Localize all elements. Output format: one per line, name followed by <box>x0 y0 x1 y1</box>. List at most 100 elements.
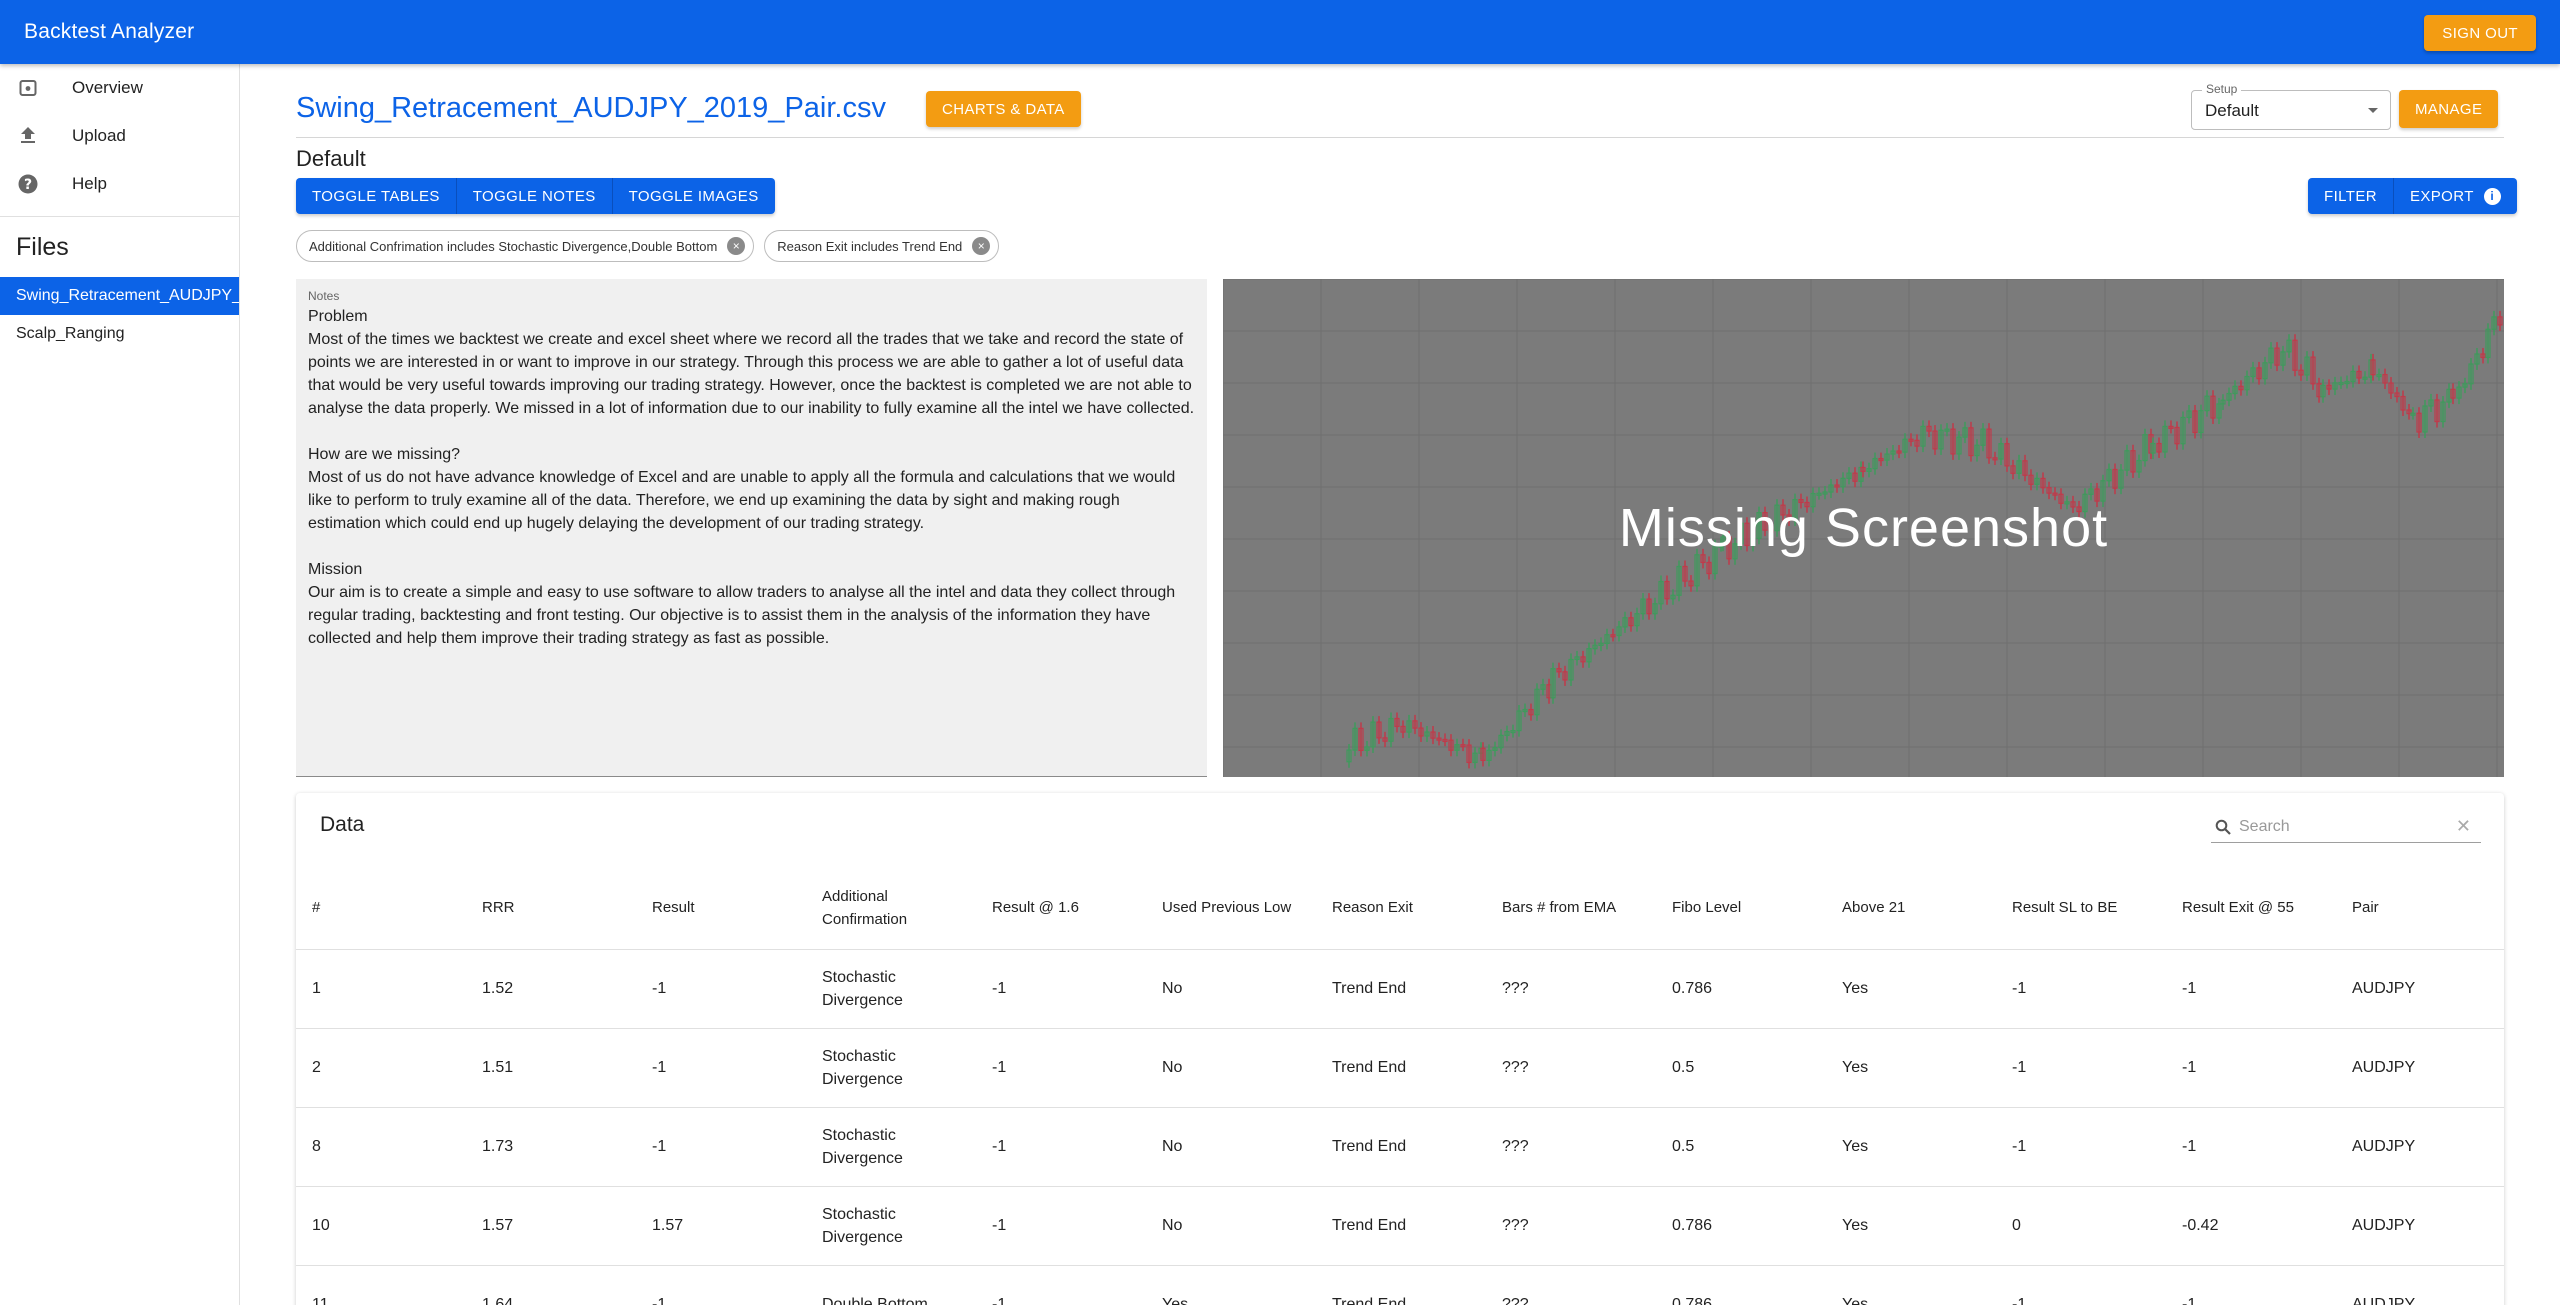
table-cell: ??? <box>1486 1186 1656 1266</box>
column-header[interactable]: Fibo Level <box>1656 867 1826 950</box>
table-cell: 1.73 <box>466 1107 636 1187</box>
screenshot-panel[interactable]: Missing Screenshot <box>1223 279 2504 777</box>
table-cell: -1 <box>1996 1265 2166 1305</box>
page-title: Swing_Retracement_AUDJPY_2019_Pair.csv <box>296 92 886 124</box>
toggle-button-group: TOGGLE TABLES TOGGLE NOTES TOGGLE IMAGES <box>296 178 775 214</box>
table-cell: AUDJPY <box>2336 1028 2504 1108</box>
setup-select-label: Setup <box>2202 82 2242 96</box>
remove-chip-icon[interactable]: × <box>972 237 991 255</box>
table-cell: Trend End <box>1316 1107 1486 1187</box>
table-row[interactable]: 2 1.51 -1 Stochastic Divergence -1 No Trend En… <box>296 1028 2504 1108</box>
column-header[interactable]: Bars # from EMA <box>1486 867 1656 950</box>
table-cell: 1.57 <box>466 1186 636 1266</box>
toggle-tables-button[interactable]: TOGGLE TABLES <box>296 178 457 214</box>
sidebar-item-label: Help <box>72 174 107 193</box>
table-cell: AUDJPY <box>2336 1107 2504 1187</box>
sidebar-nav: Overview Upload ? Help <box>0 64 239 208</box>
table-row[interactable]: 10 1.57 1.57 Stochastic Divergence -1 No Trend… <box>296 1186 2504 1266</box>
column-header[interactable]: Used Previous Low <box>1146 867 1316 950</box>
export-button-label: EXPORT <box>2409 187 2474 205</box>
column-header[interactable]: Result SL to BE <box>1996 867 2166 950</box>
column-header[interactable]: RRR <box>466 867 636 950</box>
table-cell: 8 <box>296 1107 466 1187</box>
column-header[interactable]: Result @ 1.6 <box>976 867 1146 950</box>
caret-down-icon <box>2368 108 2378 113</box>
table-cell: 0.786 <box>1656 1186 1826 1266</box>
table-cell: Stochastic Divergence <box>806 1028 976 1108</box>
filter-chip[interactable]: Additional Confrimation includes Stochas… <box>296 230 755 262</box>
table-cell: Trend End <box>1316 1028 1486 1108</box>
app-bar: Backtest Analyzer SIGN OUT <box>0 0 2560 64</box>
column-header[interactable]: Above 21 <box>1826 867 1996 950</box>
table-cell: -1 <box>636 1265 806 1305</box>
files-heading: Files <box>16 233 69 261</box>
table-cell: 11 <box>296 1265 466 1305</box>
table-row[interactable]: 1 1.52 -1 Stochastic Divergence -1 No Trend En… <box>296 949 2504 1029</box>
table-cell: 1 <box>296 949 466 1029</box>
table-cell: 0.786 <box>1656 1265 1826 1305</box>
column-header[interactable]: Result <box>636 867 806 950</box>
manage-button[interactable]: MANAGE <box>2399 90 2499 128</box>
notes-panel[interactable]: Notes Problem Most of the times we backt… <box>296 279 1207 777</box>
table-cell: -1 <box>636 949 806 1029</box>
filter-chip[interactable]: Reason Exit includes Trend End × <box>764 230 1000 262</box>
table-cell: Trend End <box>1316 1186 1486 1266</box>
search-input[interactable] <box>2239 815 2439 839</box>
table-cell: -1 <box>976 1186 1146 1266</box>
svg-text:?: ? <box>24 177 32 193</box>
table-cell: Yes <box>1826 1265 1996 1305</box>
table-cell: AUDJPY <box>2336 1265 2504 1305</box>
column-header[interactable]: Additional Confirmation <box>806 867 976 950</box>
table-cell: -1 <box>976 1107 1146 1187</box>
table-cell: ??? <box>1486 1028 1656 1108</box>
table-cell: -1 <box>636 1107 806 1187</box>
table-cell: Stochastic Divergence <box>806 1186 976 1266</box>
filter-chip-label: Reason Exit includes Trend End <box>777 238 963 254</box>
sidebar-item-overview[interactable]: Overview <box>0 64 239 112</box>
sidebar-item-upload[interactable]: Upload <box>0 112 239 160</box>
table-cell: Yes <box>1146 1265 1316 1305</box>
table-row[interactable]: 8 1.73 -1 Stochastic Divergence -1 No Trend En… <box>296 1107 2504 1187</box>
table-cell: 0.5 <box>1656 1028 1826 1108</box>
table-cell: ??? <box>1486 949 1656 1029</box>
export-button[interactable]: EXPORT i <box>2393 178 2517 214</box>
filter-button[interactable]: FILTER <box>2308 178 2394 214</box>
table-cell: 2 <box>296 1028 466 1108</box>
table-row[interactable]: 11 1.64 -1 Double Bottom -1 Yes Trend End??? 0.… <box>296 1265 2504 1305</box>
notes-text[interactable]: Problem Most of the times we backtest we… <box>308 305 1195 650</box>
sidebar-item-help[interactable]: ? Help <box>0 160 239 208</box>
filter-chip-label: Additional Confrimation includes Stochas… <box>309 238 718 254</box>
table-cell: 0.5 <box>1656 1107 1826 1187</box>
table-cell: -1 <box>976 1028 1146 1108</box>
setup-select-value: Default <box>2205 101 2259 120</box>
search-icon <box>2215 819 2231 840</box>
table-cell: Yes <box>1826 1028 1996 1108</box>
table-cell: Stochastic Divergence <box>806 1107 976 1187</box>
column-header[interactable]: Result Exit @ 55 <box>2166 867 2336 950</box>
setup-select[interactable]: Setup Default <box>2191 82 2391 130</box>
data-table-title: Data <box>320 813 365 836</box>
table-cell: -1 <box>976 949 1146 1029</box>
file-item-swing-retracement[interactable]: Swing_Retracement_AUDJPY_2019_Pair.csv <box>0 277 239 315</box>
table-cell: AUDJPY <box>2336 1186 2504 1266</box>
clear-search-icon[interactable]: ✕ <box>2456 816 2471 837</box>
app-title: Backtest Analyzer <box>24 20 195 43</box>
column-header[interactable]: Reason Exit <box>1316 867 1486 950</box>
table-body: 1 1.52 -1 Stochastic Divergence -1 No Trend En… <box>296 949 2504 1305</box>
toggle-notes-button[interactable]: TOGGLE NOTES <box>456 178 613 214</box>
sign-out-button[interactable]: SIGN OUT <box>2424 15 2536 51</box>
table-cell: Trend End <box>1316 1265 1486 1305</box>
table-search[interactable]: ✕ <box>2211 811 2481 843</box>
file-item-scalp-ranging[interactable]: Scalp_Ranging <box>0 315 239 353</box>
table-cell: 1.51 <box>466 1028 636 1108</box>
help-icon: ? <box>18 174 38 194</box>
column-header[interactable]: Pair <box>2336 867 2504 950</box>
sidebar-item-label: Upload <box>72 126 126 145</box>
column-header[interactable]: # <box>296 867 466 950</box>
charts-and-data-button[interactable]: CHARTS & DATA <box>926 91 1081 127</box>
toggle-images-button[interactable]: TOGGLE IMAGES <box>612 178 775 214</box>
header-divider <box>296 137 2504 138</box>
table-cell: -1 <box>1996 949 2166 1029</box>
remove-chip-icon[interactable]: × <box>727 237 746 255</box>
table-cell: Yes <box>1826 1107 1996 1187</box>
